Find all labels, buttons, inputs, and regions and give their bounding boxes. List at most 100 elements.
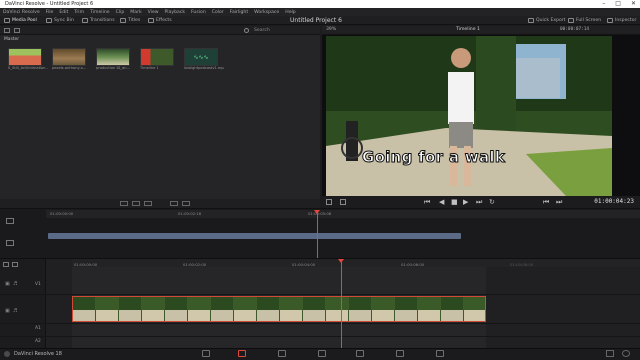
app-name: DaVinci Resolve 18 xyxy=(14,351,62,357)
color-page-icon[interactable] xyxy=(356,350,364,357)
close-icon[interactable]: ✕ xyxy=(631,0,636,8)
effects-button[interactable]: Effects xyxy=(148,17,172,24)
next-edit-icon[interactable]: ⏭ xyxy=(556,198,562,207)
search-label[interactable]: Search xyxy=(254,28,270,33)
menu-color[interactable]: Color xyxy=(212,10,224,15)
audio-meter-icon[interactable] xyxy=(6,240,14,246)
menu-trim[interactable]: Trim xyxy=(74,10,84,15)
menu-file[interactable]: File xyxy=(46,10,54,15)
effects-label: Effects xyxy=(156,18,172,23)
media-pool-icon xyxy=(4,18,10,23)
timeline-view-icon[interactable] xyxy=(3,262,9,267)
play-icon[interactable]: ▶ xyxy=(463,198,468,206)
stop-icon[interactable]: ■ xyxy=(451,198,458,206)
upper-timeline-clip[interactable] xyxy=(48,233,461,239)
track-divider xyxy=(0,336,640,337)
fusion-page-icon[interactable] xyxy=(318,350,326,357)
edit-page-icon[interactable] xyxy=(278,350,286,357)
media-clip[interactable]: ∿∿∿ lowlightpodcastv1.mp4 xyxy=(184,48,224,70)
clip-label: Timeline 1 xyxy=(140,66,159,70)
transitions-button[interactable]: Transitions xyxy=(82,17,115,24)
quick-export-button[interactable]: Quick Export xyxy=(528,17,566,24)
skip-forward-icon[interactable]: ⏭ xyxy=(476,198,482,207)
source-timecode: 00:00:07:14 xyxy=(560,27,590,32)
menu-davinci[interactable]: DaVinci Resolve xyxy=(3,10,40,15)
media-clip[interactable]: pexels-anthony-s... xyxy=(52,48,92,70)
inspector-button[interactable]: Inspector xyxy=(607,17,636,24)
link-icon[interactable] xyxy=(182,201,190,206)
titles-button[interactable]: Titles xyxy=(120,17,140,24)
menu-fairlight[interactable]: Fairlight xyxy=(230,10,248,15)
cut-page-icon[interactable] xyxy=(238,350,246,357)
video-clip[interactable] xyxy=(72,296,486,322)
insert-clip-icon[interactable] xyxy=(120,201,128,206)
lower-ruler xyxy=(72,259,640,267)
replace-clip-icon[interactable] xyxy=(144,201,152,206)
media-pool-label: Media Pool xyxy=(12,18,37,23)
transform-icon[interactable] xyxy=(340,199,346,205)
fullscreen-icon xyxy=(568,18,574,23)
menu-fusion[interactable]: Fusion xyxy=(191,10,206,15)
reverse-icon[interactable]: ◀ xyxy=(439,198,444,206)
sync-bin-button[interactable]: Sync Bin xyxy=(46,17,74,24)
window-title: DaVinci Resolve - Untitled Project 6 xyxy=(5,1,94,7)
zoom-level[interactable]: 39% xyxy=(326,27,336,32)
search-icon[interactable] xyxy=(244,28,249,33)
speaker-icon[interactable]: ♬ xyxy=(13,281,17,287)
clip-mode-icon[interactable] xyxy=(326,199,332,205)
fairlight-page-icon[interactable] xyxy=(396,350,404,357)
window-controls: – □ ✕ xyxy=(602,0,636,8)
prev-edit-icon[interactable]: ⏮ xyxy=(543,198,549,207)
thumbnail-view-icon[interactable] xyxy=(14,28,20,33)
media-page-icon[interactable] xyxy=(202,350,210,357)
menu-bar: DaVinci Resolve File Edit Trim Timeline … xyxy=(0,8,640,16)
snap-icon[interactable] xyxy=(170,201,178,206)
inspector-icon xyxy=(607,18,613,23)
bin-list-icon[interactable] xyxy=(4,28,10,33)
menu-edit[interactable]: Edit xyxy=(59,10,68,15)
loop-icon[interactable]: ↻ xyxy=(489,198,495,206)
deliver-page-icon[interactable] xyxy=(436,350,444,357)
track-divider xyxy=(0,294,640,295)
track-headers xyxy=(0,259,46,348)
clip-label: lowlightpodcastv1.mp4 xyxy=(184,66,224,70)
menu-help[interactable]: Help xyxy=(285,10,295,15)
track-label-a2: A2 xyxy=(35,339,41,344)
speaker-icon[interactable]: ♬ xyxy=(13,308,17,314)
menu-mark[interactable]: Mark xyxy=(130,10,141,15)
settings-icon[interactable] xyxy=(622,350,630,357)
menu-workspace[interactable]: Workspace xyxy=(254,10,279,15)
media-clip[interactable]: 0_Still_Art/Intimation... xyxy=(8,48,48,70)
sync-bin-icon xyxy=(46,18,52,23)
menu-timeline[interactable]: Timeline xyxy=(90,10,110,15)
timeline-selector[interactable]: Timeline 1 xyxy=(456,27,480,32)
track-height-icon[interactable] xyxy=(12,262,18,267)
skip-back-icon[interactable]: ⏮ xyxy=(424,198,430,207)
minimize-icon[interactable]: – xyxy=(602,0,605,8)
track-label-v1: V1 xyxy=(35,282,41,287)
menu-view[interactable]: View xyxy=(148,10,159,15)
transitions-label: Transitions xyxy=(90,18,115,23)
sync-bin-label: Sync Bin xyxy=(54,18,74,23)
timecode-display: 01:00:04:23 xyxy=(594,198,634,205)
lock-icon[interactable]: ▣ xyxy=(5,281,10,287)
timeline-options-icon[interactable] xyxy=(6,218,14,224)
project-manager-icon[interactable] xyxy=(606,350,614,357)
lock-icon[interactable]: ▣ xyxy=(5,308,10,314)
clip-thumbnail xyxy=(8,48,42,66)
clip-thumbnail xyxy=(52,48,86,66)
media-clip[interactable]: Timeline 1 xyxy=(140,48,180,70)
full-screen-button[interactable]: Full Screen xyxy=(568,17,601,24)
media-clip[interactable]: production ID_an... xyxy=(96,48,136,70)
upper-ruler xyxy=(46,210,640,218)
media-pool-header xyxy=(0,26,320,35)
track-divider xyxy=(0,323,640,324)
overwrite-clip-icon[interactable] xyxy=(132,201,140,206)
viewer-header xyxy=(322,26,640,35)
menu-clip[interactable]: Clip xyxy=(116,10,125,15)
media-pool-button[interactable]: Media Pool xyxy=(4,17,37,24)
maximize-icon[interactable]: □ xyxy=(615,0,621,8)
track-label-a1: A1 xyxy=(35,326,41,331)
menu-playback[interactable]: Playback xyxy=(165,10,186,15)
clip-label: 0_Still_Art/Intimation... xyxy=(8,66,48,70)
